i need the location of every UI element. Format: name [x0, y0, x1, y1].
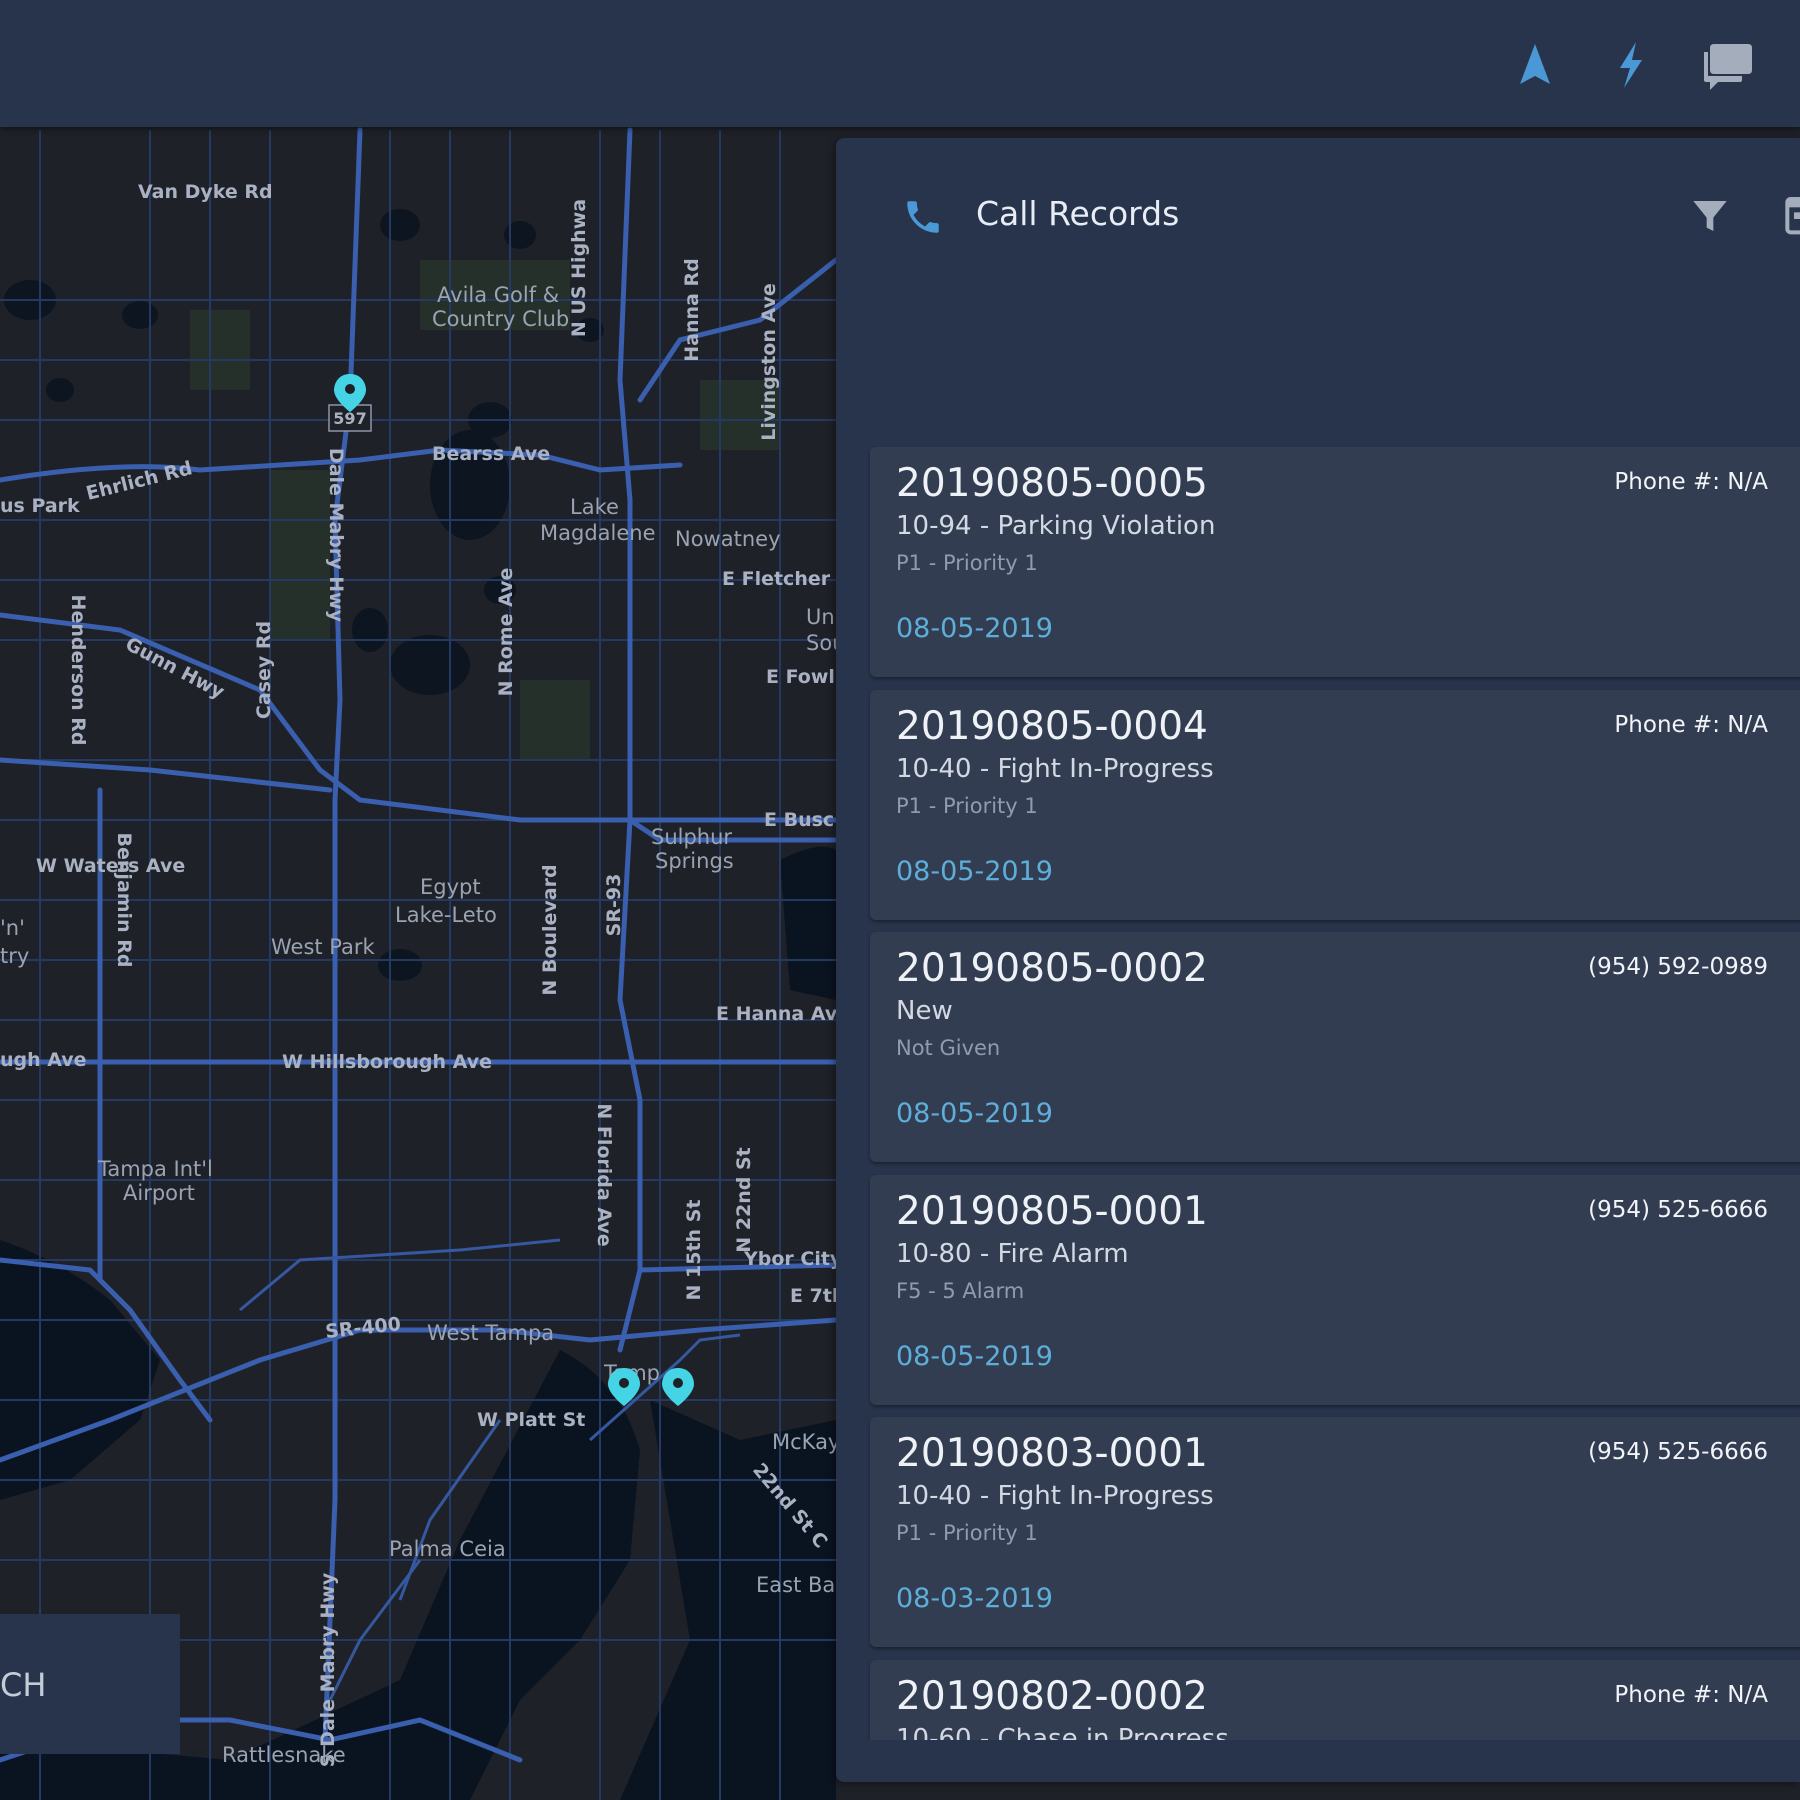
map-label: Egypt [420, 875, 481, 899]
map-label: Magdalene [540, 521, 656, 545]
call-record-card[interactable]: 20190805-0004 Phone #: N/A 10-40 - Fight… [870, 690, 1800, 920]
map-label: N Florida Ave [593, 1103, 615, 1246]
map-label: Country Club [432, 307, 569, 331]
record-phone: (954) 592-0989 [1588, 954, 1768, 980]
record-id: 20190805-0004 [896, 704, 1208, 749]
record-type: 10-40 - Fight In-Progress [896, 754, 1214, 784]
top-app-bar [0, 0, 1800, 127]
record-phone: Phone #: N/A [1614, 1682, 1768, 1708]
map-label: try [0, 944, 29, 968]
map-label: N US Highwa [568, 199, 590, 337]
record-phone: (954) 525-6666 [1588, 1439, 1768, 1465]
map-label: ugh Ave [0, 1049, 87, 1071]
map-label: N Boulevard [539, 864, 561, 995]
map-label: Livingston Ave [758, 283, 780, 441]
map-label: West Park [271, 935, 376, 959]
map-label: Ybor City [743, 1248, 843, 1270]
map-label: SR-93 [603, 874, 625, 937]
call-records-list[interactable]: 20190805-0005 Phone #: N/A 10-94 - Parki… [836, 308, 1800, 1740]
record-type: 10-40 - Fight In-Progress [896, 1481, 1214, 1511]
search-panel[interactable]: CH [0, 1614, 180, 1754]
map-label: Tampa Int'l [97, 1157, 213, 1181]
call-record-card[interactable]: 20190803-0001 (954) 525-6666 10-40 - Fig… [870, 1417, 1800, 1647]
map-label: E Busc [764, 809, 834, 831]
record-priority: P1 - Priority 1 [896, 551, 1038, 575]
record-phone: (954) 525-6666 [1588, 1197, 1768, 1223]
map-label: E Fowl [766, 666, 835, 688]
map-label: Lake-Leto [395, 903, 497, 927]
map-label: Henderson Rd [67, 595, 89, 746]
record-phone: Phone #: N/A [1614, 712, 1768, 738]
map-label: W Platt St [477, 1409, 585, 1431]
filter-icon[interactable] [1690, 196, 1730, 236]
record-type: 10-94 - Parking Violation [896, 511, 1216, 541]
call-record-card[interactable]: 20190805-0001 (954) 525-6666 10-80 - Fir… [870, 1175, 1800, 1405]
record-id: 20190803-0001 [896, 1431, 1208, 1476]
map-label: S Dale Mabry Hwy [317, 1572, 339, 1767]
map-label: Dale Mabry Hwy [325, 448, 347, 623]
record-id: 20190805-0005 [896, 461, 1208, 506]
map-label: E 7tl [790, 1285, 838, 1307]
map-label: Lake [570, 495, 619, 519]
map-label: Nowatney [675, 527, 781, 551]
record-id: 20190802-0002 [896, 1674, 1208, 1719]
map-label: W Waters Ave [36, 855, 185, 877]
map-label: West Tampa [427, 1321, 554, 1345]
record-id: 20190805-0001 [896, 1189, 1208, 1234]
map-label: East Bay [756, 1573, 848, 1597]
map-label: Hanna Rd [681, 258, 703, 361]
map-label: Palma Ceia [389, 1537, 506, 1561]
map-label: N Rome Ave [495, 568, 517, 697]
record-date: 08-05-2019 [896, 613, 1053, 644]
record-priority: P1 - Priority 1 [896, 794, 1038, 818]
map-label: Airport [123, 1181, 195, 1205]
record-date: 08-03-2019 [896, 1583, 1053, 1614]
record-date: 08-05-2019 [896, 856, 1053, 887]
map-label: Benjamin Rd [113, 833, 135, 968]
navigation-arrow-icon[interactable] [1508, 38, 1562, 92]
map-label: Van Dyke Rd [138, 181, 273, 203]
map-label: N 22nd St [733, 1147, 755, 1252]
call-record-card[interactable]: 20190802-0002 Phone #: N/A 10-60 - Chase… [870, 1660, 1800, 1740]
call-records-panel: Call Records 20190805-0005 Phone #: N/A … [836, 138, 1800, 1782]
record-type: New [896, 996, 953, 1026]
map-label: W Hillsborough Ave [282, 1051, 492, 1073]
record-type: 10-60 - Chase in Progress [896, 1724, 1229, 1740]
record-priority: F5 - 5 Alarm [896, 1279, 1025, 1303]
chat-bubbles-icon[interactable] [1700, 38, 1754, 92]
lightning-bolt-icon[interactable] [1604, 38, 1658, 92]
map-label: us Park [0, 495, 80, 517]
call-record-card[interactable]: 20190805-0005 Phone #: N/A 10-94 - Parki… [870, 447, 1800, 677]
map-label: Sulphur [651, 825, 732, 849]
map-label: Bearss Ave [432, 443, 550, 465]
search-label: CH [0, 1666, 47, 1704]
call-record-card[interactable]: 20190805-0002 (954) 592-0989 New Not Giv… [870, 932, 1800, 1162]
record-priority: Not Given [896, 1036, 1001, 1060]
map-label: Casey Rd [253, 621, 275, 719]
phone-icon [907, 201, 939, 233]
record-type: 10-80 - Fire Alarm [896, 1239, 1129, 1269]
map-label: E Hanna Av [716, 1003, 838, 1025]
calendar-icon[interactable] [1784, 192, 1800, 236]
record-date: 08-05-2019 [896, 1098, 1053, 1129]
map-label: 'n' [0, 916, 25, 940]
map-label: Springs [655, 849, 734, 873]
map-label: McKay [772, 1430, 840, 1454]
record-id: 20190805-0002 [896, 946, 1208, 991]
map-label: N 15th St [683, 1200, 705, 1301]
panel-header: Call Records [836, 138, 1800, 292]
map-label: Rattlesnake [222, 1743, 346, 1767]
record-date: 08-05-2019 [896, 1341, 1053, 1372]
panel-title: Call Records [976, 194, 1180, 233]
record-priority: P1 - Priority 1 [896, 1521, 1038, 1545]
record-phone: Phone #: N/A [1614, 469, 1768, 495]
map-label: E Fletcher [722, 568, 831, 590]
map-label: Avila Golf & [437, 283, 559, 307]
